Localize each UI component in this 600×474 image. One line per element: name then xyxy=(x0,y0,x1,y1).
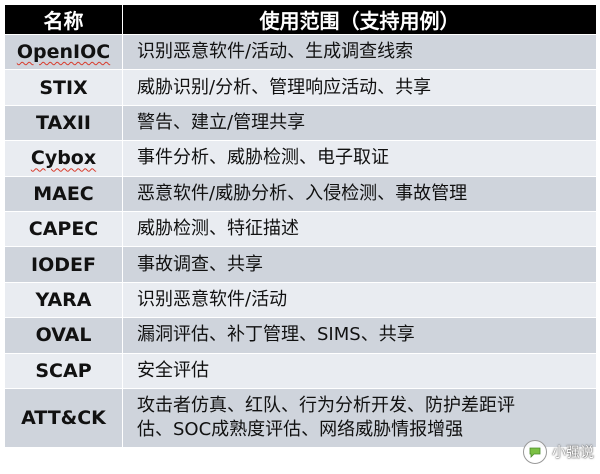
header-use: 使用范围（支持用例） xyxy=(122,4,597,35)
standard-use: 恶意软件/威胁分析、入侵检测、事故管理 xyxy=(122,175,597,212)
standard-name: MAEC xyxy=(4,175,123,212)
standard-use: 警告、建立/管理共享 xyxy=(122,104,597,142)
table-row: MAEC 恶意软件/威胁分析、入侵检测、事故管理 xyxy=(4,175,597,212)
standard-use: 漏洞评估、补丁管理、SIMS、共享 xyxy=(122,317,597,354)
table-row: ATT&CK 攻击者仿真、红队、行为分析开发、防护差距评 估、SOC成熟度评估、… xyxy=(4,387,597,448)
standard-name: IODEF xyxy=(4,246,123,283)
standard-name-text: OpenIOC xyxy=(16,41,111,64)
table-row: OpenIOC 识别恶意软件/活动、生成调查线索 xyxy=(4,33,597,71)
standard-name: TAXII xyxy=(4,104,123,142)
table-row: STIX 威胁识别/分析、管理响应活动、共享 xyxy=(4,69,597,106)
header-name: 名称 xyxy=(4,4,123,35)
standard-use: 威胁检测、特征描述 xyxy=(122,210,597,248)
standard-use: 识别恶意软件/活动 xyxy=(122,281,597,319)
chat-bubble-icon xyxy=(523,440,547,464)
table-row: SCAP 安全评估 xyxy=(4,352,597,389)
standard-name: YARA xyxy=(4,281,123,319)
watermark-text: 小强说 xyxy=(552,445,594,461)
standards-table: 名称 使用范围（支持用例） OpenIOC 识别恶意软件/活动、生成调查线索 S… xyxy=(4,4,597,448)
standard-name: OpenIOC xyxy=(4,33,123,71)
standard-use: 事故调查、共享 xyxy=(122,246,597,283)
standard-use: 事件分析、威胁检测、电子取证 xyxy=(122,140,597,177)
table-row: CAPEC 威胁检测、特征描述 xyxy=(4,210,597,248)
standard-use: 安全评估 xyxy=(122,352,597,389)
standard-use-line: 估、SOC成熟度评估、网络威胁情报增强 xyxy=(137,418,464,440)
standard-use: 威胁识别/分析、管理响应活动、共享 xyxy=(122,69,597,106)
standard-use: 攻击者仿真、红队、行为分析开发、防护差距评 估、SOC成熟度评估、网络威胁情报增… xyxy=(122,387,597,448)
standard-name-text: Cybox xyxy=(30,147,97,170)
table-row: IODEF 事故调查、共享 xyxy=(4,246,597,283)
standard-use-line: 攻击者仿真、红队、行为分析开发、防护差距评 xyxy=(137,394,515,416)
standard-name: OVAL xyxy=(4,317,123,354)
watermark: 小强说 xyxy=(523,440,594,464)
standard-use: 识别恶意软件/活动、生成调查线索 xyxy=(122,33,597,71)
standard-name: ATT&CK xyxy=(4,387,123,448)
standard-name: CAPEC xyxy=(4,210,123,248)
standard-name: Cybox xyxy=(4,140,123,177)
table-row: OVAL 漏洞评估、补丁管理、SIMS、共享 xyxy=(4,317,597,354)
table-row: TAXII 警告、建立/管理共享 xyxy=(4,104,597,142)
standard-name: STIX xyxy=(4,69,123,106)
table-row: Cybox 事件分析、威胁检测、电子取证 xyxy=(4,140,597,177)
standard-name: SCAP xyxy=(4,352,123,389)
table-row: YARA 识别恶意软件/活动 xyxy=(4,281,597,319)
table-header-row: 名称 使用范围（支持用例） xyxy=(4,4,597,35)
